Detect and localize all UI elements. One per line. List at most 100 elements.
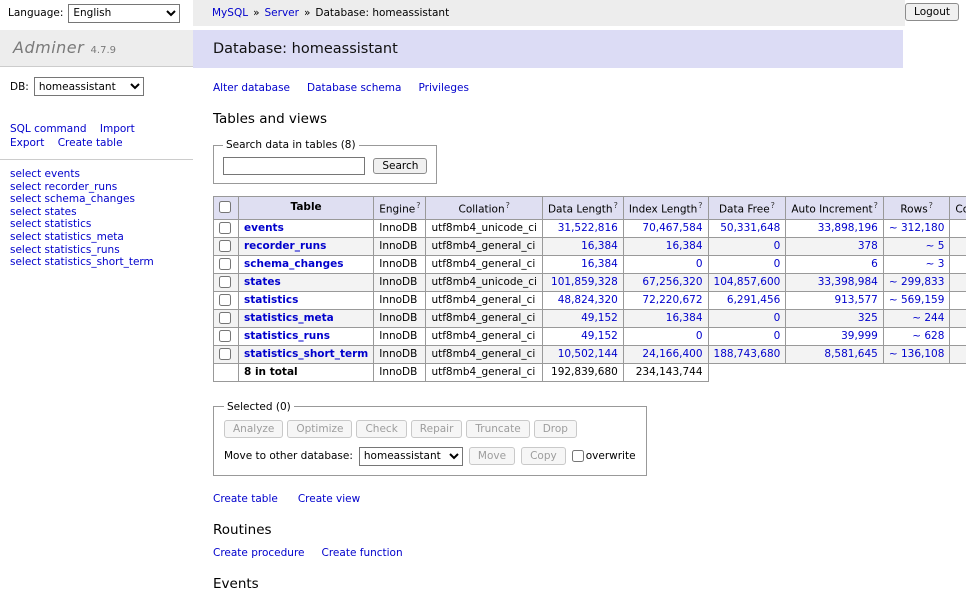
rows-count-link[interactable]: ~ 5 (926, 240, 945, 252)
select-all-checkbox[interactable] (219, 201, 231, 213)
help-icon[interactable]: ? (929, 201, 933, 210)
table-name-link[interactable]: recorder_runs (244, 240, 326, 252)
sidebar-item-select-statistics-short-term[interactable]: select statistics_short_term (10, 256, 183, 269)
index-length-link[interactable]: 16,384 (666, 312, 703, 324)
help-icon[interactable]: ? (416, 201, 420, 210)
data-free-link[interactable]: 188,743,680 (714, 348, 781, 360)
rows-count-link[interactable]: ~ 3 (926, 258, 945, 270)
data-free-link[interactable]: 0 (774, 258, 781, 270)
sidebar-link-export[interactable]: Export (10, 137, 44, 149)
rows-count-link[interactable]: ~ 312,180 (889, 222, 945, 234)
move-database-select[interactable]: homeassistant (359, 447, 463, 466)
create-table-link[interactable]: Create table (213, 493, 278, 505)
sidebar-item-select-events[interactable]: select events (10, 168, 183, 181)
help-icon[interactable]: ? (771, 201, 775, 210)
index-length-link[interactable]: 70,467,584 (642, 222, 702, 234)
data-free-link[interactable]: 0 (774, 330, 781, 342)
auto-increment-link[interactable]: 6 (871, 258, 878, 270)
data-length-link[interactable]: 48,824,320 (558, 294, 618, 306)
data-length-link[interactable]: 49,152 (581, 330, 618, 342)
index-length-link[interactable]: 16,384 (666, 240, 703, 252)
data-length-link[interactable]: 16,384 (581, 240, 618, 252)
table-name-link[interactable]: statistics_short_term (244, 348, 368, 360)
auto-increment-link[interactable]: 378 (858, 240, 878, 252)
table-name-link[interactable]: states (244, 276, 281, 288)
row-checkbox[interactable] (219, 258, 231, 270)
auto-increment-link[interactable]: 39,999 (841, 330, 878, 342)
move-button[interactable]: Move (469, 447, 515, 465)
row-checkbox[interactable] (219, 348, 231, 360)
data-length-link[interactable]: 49,152 (581, 312, 618, 324)
rows-count-link[interactable]: ~ 299,833 (889, 276, 945, 288)
breadcrumb-link-server[interactable]: Server (265, 7, 299, 19)
help-icon[interactable]: ? (506, 201, 510, 210)
privileges-link[interactable]: Privileges (418, 82, 469, 94)
copy-button[interactable]: Copy (521, 447, 566, 465)
index-length-link[interactable]: 67,256,320 (642, 276, 702, 288)
row-checkbox[interactable] (219, 330, 231, 342)
index-length-link[interactable]: 72,220,672 (642, 294, 702, 306)
overwrite-checkbox[interactable] (572, 450, 584, 462)
table-name-link[interactable]: statistics_runs (244, 330, 330, 342)
index-length-link[interactable]: 24,166,400 (642, 348, 702, 360)
auto-increment-link[interactable]: 325 (858, 312, 878, 324)
index-length-link[interactable]: 0 (696, 258, 703, 270)
rows-count-link[interactable]: ~ 244 (912, 312, 944, 324)
optimize-button[interactable]: Optimize (287, 420, 352, 438)
alter-database-link[interactable]: Alter database (213, 82, 290, 94)
sidebar-item-select-schema-changes[interactable]: select schema_changes (10, 193, 183, 206)
data-length-link[interactable]: 31,522,816 (558, 222, 618, 234)
data-free-link[interactable]: 50,331,648 (720, 222, 780, 234)
sidebar-item-select-states[interactable]: select states (10, 206, 183, 219)
create-function-link[interactable]: Create function (322, 547, 403, 559)
data-length-link[interactable]: 10,502,144 (558, 348, 618, 360)
help-icon[interactable]: ? (874, 201, 878, 210)
row-checkbox[interactable] (219, 312, 231, 324)
rows-count-link[interactable]: ~ 136,108 (889, 348, 945, 360)
row-checkbox[interactable] (219, 276, 231, 288)
auto-increment-link[interactable]: 33,398,984 (818, 276, 878, 288)
rows-count-link[interactable]: ~ 628 (912, 330, 944, 342)
index-length-link[interactable]: 0 (696, 330, 703, 342)
data-free-link[interactable]: 0 (774, 312, 781, 324)
table-name-link[interactable]: schema_changes (244, 258, 344, 270)
sidebar-item-select-statistics-runs[interactable]: select statistics_runs (10, 244, 183, 257)
table-name-link[interactable]: events (244, 222, 284, 234)
check-button[interactable]: Check (356, 420, 406, 438)
auto-increment-link[interactable]: 8,581,645 (824, 348, 877, 360)
logout-button[interactable]: Logout (905, 3, 959, 21)
data-free-link[interactable]: 6,291,456 (727, 294, 780, 306)
sidebar-item-select-statistics[interactable]: select statistics (10, 218, 183, 231)
search-button[interactable]: Search (373, 158, 427, 174)
data-length-link[interactable]: 16,384 (581, 258, 618, 270)
db-select[interactable]: homeassistant (34, 77, 144, 96)
create-procedure-link[interactable]: Create procedure (213, 547, 305, 559)
language-select[interactable]: English (68, 4, 180, 23)
truncate-button[interactable]: Truncate (466, 420, 529, 438)
drop-button[interactable]: Drop (534, 420, 577, 438)
analyze-button[interactable]: Analyze (224, 420, 283, 438)
sidebar-item-select-statistics-meta[interactable]: select statistics_meta (10, 231, 183, 244)
row-checkbox[interactable] (219, 240, 231, 252)
help-icon[interactable]: ? (614, 201, 618, 210)
sidebar-link-import[interactable]: Import (100, 123, 135, 135)
auto-increment-link[interactable]: 913,577 (834, 294, 877, 306)
row-checkbox[interactable] (219, 294, 231, 306)
rows-count-link[interactable]: ~ 569,159 (889, 294, 945, 306)
create-view-link[interactable]: Create view (298, 493, 360, 505)
breadcrumb-link-mysql[interactable]: MySQL (212, 7, 248, 19)
data-length-link[interactable]: 101,859,328 (551, 276, 618, 288)
database-schema-link[interactable]: Database schema (307, 82, 401, 94)
repair-button[interactable]: Repair (411, 420, 463, 438)
data-free-link[interactable]: 104,857,600 (714, 276, 781, 288)
help-icon[interactable]: ? (698, 201, 702, 210)
sidebar-item-select-recorder-runs[interactable]: select recorder_runs (10, 181, 183, 194)
sidebar-link-sql-command[interactable]: SQL command (10, 123, 87, 135)
row-checkbox[interactable] (219, 222, 231, 234)
table-name-link[interactable]: statistics_meta (244, 312, 334, 324)
data-free-link[interactable]: 0 (774, 240, 781, 252)
auto-increment-link[interactable]: 33,898,196 (818, 222, 878, 234)
table-name-link[interactable]: statistics (244, 294, 298, 306)
sidebar-link-create-table[interactable]: Create table (58, 137, 123, 149)
search-input[interactable] (223, 157, 365, 175)
